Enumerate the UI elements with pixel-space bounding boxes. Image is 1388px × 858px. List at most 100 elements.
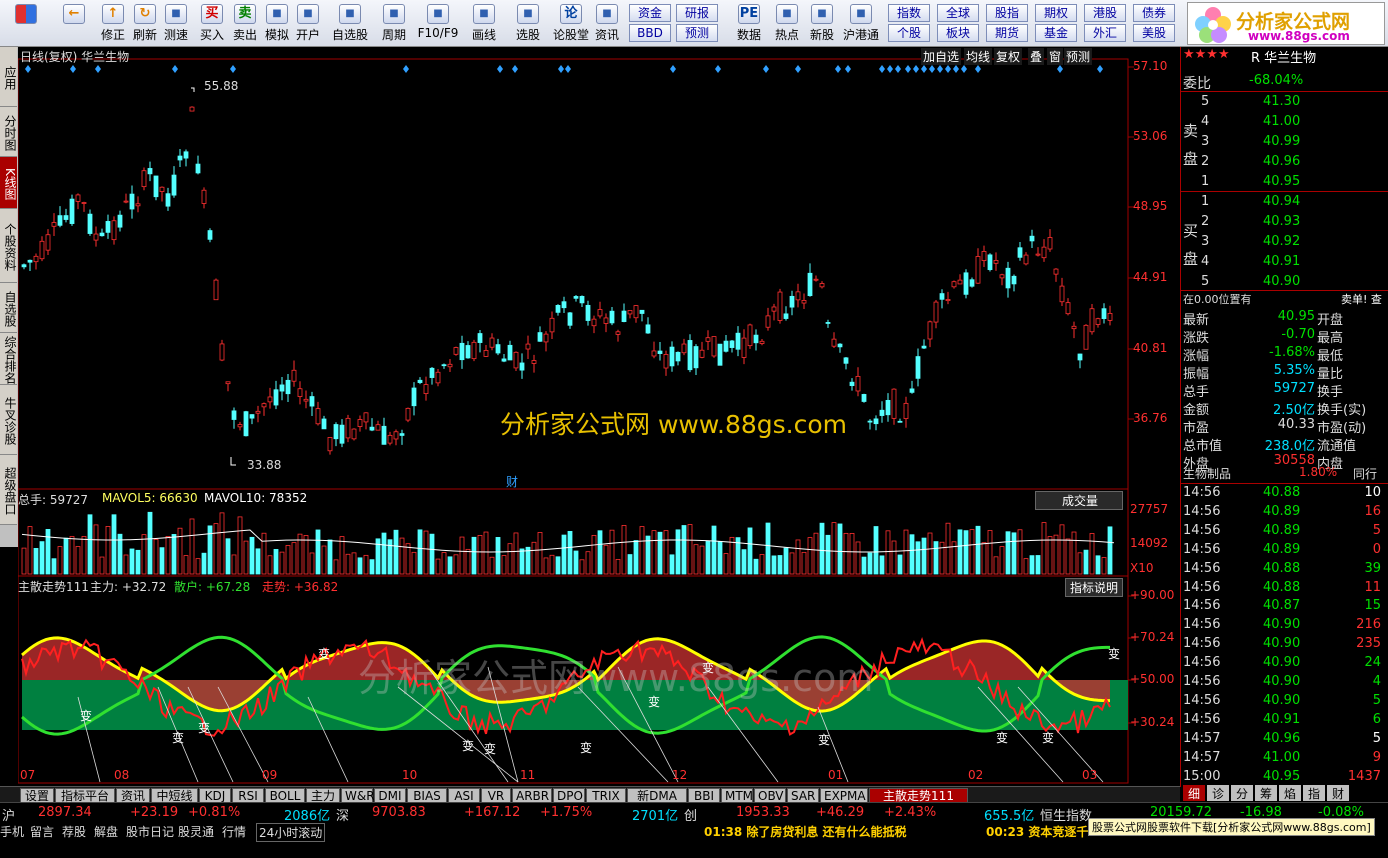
status-link-股灵通[interactable]: 股灵通 xyxy=(178,823,214,840)
toolbar-button-stock-grid-icon[interactable] xyxy=(4,3,48,45)
quick-button-BBD[interactable]: BBD xyxy=(629,24,671,42)
indicator-tab-TRIX[interactable]: TRIX xyxy=(586,788,626,803)
toolbar-button-画线[interactable]: ■ 画线 xyxy=(464,3,504,45)
indicator-tab-BIAS[interactable]: BIAS xyxy=(407,788,447,803)
toolbar-button-测速[interactable]: ■ 测速 xyxy=(161,3,191,45)
quick-button-预测[interactable]: 预测 xyxy=(676,24,718,42)
quick-button-港股[interactable]: 港股 xyxy=(1084,4,1126,22)
indicator-tab-MTM[interactable]: MTM xyxy=(721,788,753,803)
quick-button-个股[interactable]: 个股 xyxy=(888,24,930,42)
indicator-tab-DPO[interactable]: DPO xyxy=(553,788,585,803)
status-link-解盘[interactable]: 解盘 xyxy=(94,823,118,840)
quick-button-板块[interactable]: 板块 xyxy=(937,24,979,42)
news-2[interactable]: 00:23 资本竞逐千 xyxy=(986,823,1088,840)
candle-body xyxy=(993,260,999,264)
side-tab-超级盘口[interactable]: 超级盘口 xyxy=(0,455,17,525)
toolbar-button-选股[interactable]: ■ 选股 xyxy=(508,3,548,45)
chart-menu-复权[interactable]: 复权 xyxy=(994,48,1023,65)
toolbar-button-开户[interactable]: ■ 开户 xyxy=(293,3,323,45)
quick-button-期权[interactable]: 期权 xyxy=(1035,4,1077,22)
quote-tab-细[interactable]: 细 xyxy=(1183,785,1205,801)
chart-menu-预测[interactable]: 预测 xyxy=(1064,48,1093,65)
chart-menu-加自选[interactable]: 加自选 xyxy=(921,48,962,65)
quick-button-外汇[interactable]: 外汇 xyxy=(1084,24,1126,42)
chart-menu-窗[interactable]: 窗 xyxy=(1047,48,1064,65)
side-tab-应用[interactable]: 应用 xyxy=(0,47,17,107)
side-tab-K线图[interactable]: K线图 xyxy=(0,157,17,209)
sell-level-3: 3 40.99 xyxy=(1181,134,1388,153)
toolbar-button-刷新[interactable]: ↻ 刷新 xyxy=(130,3,160,45)
indicator-tab-DMI[interactable]: DMI xyxy=(374,788,406,803)
indicator-tab-BOLL[interactable]: BOLL xyxy=(265,788,305,803)
toolbar-button-周期[interactable]: ■ 周期 xyxy=(374,3,414,45)
indicator-tab-SAR[interactable]: SAR xyxy=(787,788,819,803)
quote-tab-分[interactable]: 分 xyxy=(1231,785,1253,801)
indicator-tab-KDJ[interactable]: KDJ xyxy=(199,788,231,803)
quick-button-股指[interactable]: 股指 xyxy=(986,4,1028,22)
toolbar-button-back-arrow-icon[interactable]: ← xyxy=(56,3,92,45)
status-link-手机[interactable]: 手机 xyxy=(0,823,24,840)
side-tab-自选股[interactable]: 自选股 xyxy=(0,283,17,333)
toolbar-button-自选股[interactable]: ■ 自选股 xyxy=(329,3,371,45)
toolbar-button-F10/F9[interactable]: ■ F10/F9 xyxy=(417,3,459,45)
side-tab-综合排名[interactable]: 综合排名 xyxy=(0,333,17,385)
indicator-help-button[interactable]: 指标说明 xyxy=(1065,578,1124,597)
volume-dropdown[interactable]: 成交量 xyxy=(1035,491,1123,510)
quick-button-美股[interactable]: 美股 xyxy=(1133,24,1175,42)
volume-bar xyxy=(1077,552,1083,575)
indicator-tab-EXPMA[interactable]: EXPMA xyxy=(820,788,868,803)
toolbar-button-资讯[interactable]: ■ 资讯 xyxy=(591,3,623,45)
quick-button-指数[interactable]: 指数 xyxy=(888,4,930,22)
candle-body xyxy=(105,221,111,233)
toolbar-button-模拟[interactable]: ■ 模拟 xyxy=(262,3,292,45)
indicator-tab-新DMA[interactable]: 新DMA xyxy=(627,788,687,803)
toolbar-button-卖出[interactable]: 卖卖出 xyxy=(230,3,260,45)
indicator-tab-VR[interactable]: VR xyxy=(481,788,511,803)
indicator-tab-资讯[interactable]: 资讯 xyxy=(116,788,150,803)
status-link-股市日记[interactable]: 股市日记 xyxy=(126,823,174,840)
indicator-tab-BBI[interactable]: BBI xyxy=(688,788,720,803)
quote-tab-财[interactable]: 财 xyxy=(1327,785,1349,801)
quote-tab-筹[interactable]: 筹 xyxy=(1255,785,1277,801)
quick-button-研报[interactable]: 研报 xyxy=(676,4,718,22)
side-tab-个股资料[interactable]: 个股资料 xyxy=(0,209,17,283)
indicator-tab-ARBR[interactable]: ARBR xyxy=(512,788,552,803)
news-1[interactable]: 01:38 除了房贷利息 还有什么能抵税 xyxy=(704,823,907,840)
indicator-tab-W&R[interactable]: W&R xyxy=(341,788,375,803)
indicator-tab-主散走势111[interactable]: 主散走势111 xyxy=(869,788,968,803)
quote-tab-诊[interactable]: 诊 xyxy=(1207,785,1229,801)
quote-tab-指[interactable]: 指 xyxy=(1303,785,1325,801)
toolbar-button-买入[interactable]: 买买入 xyxy=(197,3,227,45)
toolbar-button-新股[interactable]: ■ 新股 xyxy=(806,3,838,45)
toolbar-button-热点[interactable]: ■ 热点 xyxy=(771,3,803,45)
indicator-tab-ASI[interactable]: ASI xyxy=(448,788,480,803)
status-link-留言[interactable]: 留言 xyxy=(30,823,54,840)
quick-button-债券[interactable]: 债券 xyxy=(1133,4,1175,22)
status-link-行情[interactable]: 行情 xyxy=(222,823,246,840)
back-arrow-icon: ← xyxy=(63,4,85,24)
quick-button-全球[interactable]: 全球 xyxy=(937,4,979,22)
toolbar-button-沪港通[interactable]: ■ 沪港通 xyxy=(841,3,881,45)
side-tab-分时图[interactable]: 分时图 xyxy=(0,107,17,157)
indicator-tab-OBV[interactable]: OBV xyxy=(754,788,786,803)
chart-menu-均线[interactable]: 均线 xyxy=(964,48,993,65)
status-link-荐股[interactable]: 荐股 xyxy=(62,823,86,840)
indicator-tab-主力[interactable]: 主力 xyxy=(306,788,340,803)
toolbar-button-论股堂[interactable]: 论论股堂 xyxy=(552,3,590,45)
kline-chart-area[interactable]: 日线(复权) 华兰生物 加自选 均线 复权叠窗预测 57.10 53.06 48.95 44.… xyxy=(18,47,1178,787)
quote-tab-焰[interactable]: 焰 xyxy=(1279,785,1301,801)
indicator-tab-中短线[interactable]: 中短线 xyxy=(151,788,198,803)
indicator-tab-RSI[interactable]: RSI xyxy=(232,788,264,803)
chart-menu-叠[interactable]: 叠 xyxy=(1028,48,1045,65)
toolbar-button-修正[interactable]: ↑ 修正 xyxy=(97,3,129,45)
side-tab-牛叉诊股[interactable]: 牛叉诊股 xyxy=(0,385,17,455)
indicator-tab-设置[interactable]: 设置 xyxy=(20,788,54,803)
status-link-24小时滚动[interactable]: 24小时滚动 xyxy=(256,823,326,842)
promo-banner[interactable]: 股票公式网股票软件下载[分析家公式网www.88gs.com] xyxy=(1088,818,1375,836)
toolbar-button-数据[interactable]: PE 数据 xyxy=(732,3,766,45)
quick-button-基金[interactable]: 基金 xyxy=(1035,24,1077,42)
volume-bar xyxy=(645,535,651,575)
indicator-tab-指标平台[interactable]: 指标平台 xyxy=(55,788,115,803)
quick-button-资金[interactable]: 资金 xyxy=(629,4,671,22)
quick-button-期货[interactable]: 期货 xyxy=(986,24,1028,42)
